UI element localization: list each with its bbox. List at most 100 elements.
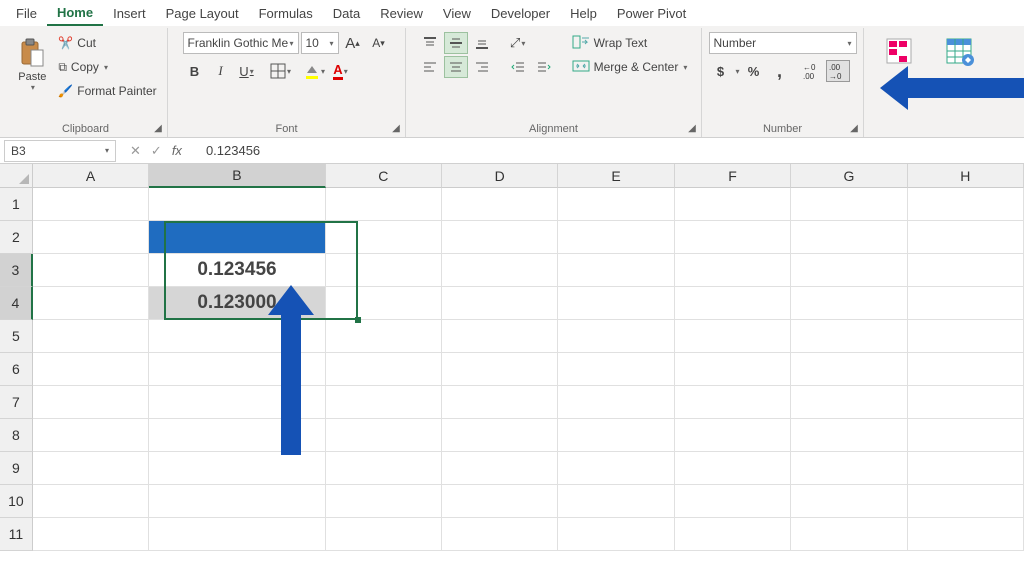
dialog-launcher-icon[interactable]: ◢ [847, 121, 861, 135]
row-header[interactable]: 5 [0, 320, 33, 353]
format-as-table-icon[interactable] [944, 36, 974, 69]
cell-H4[interactable] [908, 287, 1024, 320]
cell-G6[interactable] [791, 353, 907, 386]
cell-A11[interactable] [33, 518, 149, 551]
row-header[interactable]: 1 [0, 188, 33, 221]
cell-E11[interactable] [558, 518, 674, 551]
cell-B1[interactable] [149, 188, 325, 221]
orientation-icon[interactable]: ⤢▾ [506, 32, 530, 54]
name-box[interactable]: B3▾ [4, 140, 116, 162]
align-right-icon[interactable] [470, 56, 494, 78]
row-header[interactable]: 4 [0, 287, 33, 320]
row-header[interactable]: 8 [0, 419, 33, 452]
cell-F1[interactable] [675, 188, 791, 221]
cell-G8[interactable] [791, 419, 907, 452]
cell-A5[interactable] [33, 320, 149, 353]
cancel-icon[interactable]: ✕ [130, 143, 141, 159]
align-bottom-icon[interactable] [470, 32, 494, 54]
cell-H9[interactable] [908, 452, 1024, 485]
fill-color-button[interactable]: ▾ [303, 60, 327, 82]
cell-B11[interactable] [149, 518, 325, 551]
cell-C3[interactable] [326, 254, 442, 287]
cell-E4[interactable] [558, 287, 674, 320]
cell-D3[interactable] [442, 254, 558, 287]
cell-F2[interactable] [675, 221, 791, 254]
fill-handle[interactable] [355, 317, 361, 323]
select-all-corner[interactable] [0, 164, 33, 188]
tab-home[interactable]: Home [47, 1, 103, 26]
cell-C1[interactable] [326, 188, 442, 221]
cell-E6[interactable] [558, 353, 674, 386]
cell-G3[interactable] [791, 254, 907, 287]
cell-B10[interactable] [149, 485, 325, 518]
row-header[interactable]: 10 [0, 485, 33, 518]
cell-C9[interactable] [326, 452, 442, 485]
cell-B2[interactable] [149, 221, 325, 254]
cell-H1[interactable] [908, 188, 1024, 221]
cell-E7[interactable] [558, 386, 674, 419]
cell-B4[interactable]: 0.123000 [149, 287, 325, 320]
cell-C6[interactable] [326, 353, 442, 386]
cell-E9[interactable] [558, 452, 674, 485]
tab-help[interactable]: Help [560, 2, 607, 25]
chevron-down-icon[interactable]: ▾ [289, 39, 293, 48]
cell-C5[interactable] [326, 320, 442, 353]
align-left-icon[interactable] [418, 56, 442, 78]
col-header-g[interactable]: G [791, 164, 907, 188]
cell-G1[interactable] [791, 188, 907, 221]
tab-insert[interactable]: Insert [103, 2, 156, 25]
accounting-format-button[interactable]: $ [709, 60, 733, 82]
cell-B5[interactable] [149, 320, 325, 353]
cell-B8[interactable] [149, 419, 325, 452]
tab-data[interactable]: Data [323, 2, 370, 25]
format-painter-button[interactable]: 🖌️ Format Painter [56, 80, 158, 102]
cell-D7[interactable] [442, 386, 558, 419]
cell-A1[interactable] [33, 188, 149, 221]
underline-button[interactable]: U▾ [235, 60, 259, 82]
chevron-down-icon[interactable]: ▾ [847, 39, 851, 48]
col-header-h[interactable]: H [908, 164, 1024, 188]
align-top-icon[interactable] [418, 32, 442, 54]
tab-review[interactable]: Review [370, 2, 433, 25]
cell-G2[interactable] [791, 221, 907, 254]
italic-button[interactable]: I [209, 60, 233, 82]
cell-F3[interactable] [675, 254, 791, 287]
cell-D2[interactable] [442, 221, 558, 254]
col-header-a[interactable]: A [33, 164, 149, 188]
cell-C11[interactable] [326, 518, 442, 551]
bold-button[interactable]: B [183, 60, 207, 82]
fx-icon[interactable]: fx [172, 143, 182, 158]
cell-D8[interactable] [442, 419, 558, 452]
chevron-down-icon[interactable]: ▾ [736, 67, 740, 76]
col-header-e[interactable]: E [558, 164, 674, 188]
cell-D5[interactable] [442, 320, 558, 353]
col-header-f[interactable]: F [675, 164, 791, 188]
row-header[interactable]: 6 [0, 353, 33, 386]
decrease-indent-icon[interactable] [506, 56, 530, 78]
cell-A7[interactable] [33, 386, 149, 419]
cell-H3[interactable] [908, 254, 1024, 287]
cell-F8[interactable] [675, 419, 791, 452]
font-color-button[interactable]: A▾ [329, 60, 353, 82]
conditional-formatting-icon[interactable] [884, 36, 914, 69]
cell-C4[interactable] [326, 287, 442, 320]
cell-A4[interactable] [33, 287, 149, 320]
enter-icon[interactable]: ✓ [151, 143, 162, 159]
tab-file[interactable]: File [6, 2, 47, 25]
cell-A9[interactable] [33, 452, 149, 485]
row-header[interactable]: 9 [0, 452, 33, 485]
cell-A6[interactable] [33, 353, 149, 386]
cell-D6[interactable] [442, 353, 558, 386]
cell-E1[interactable] [558, 188, 674, 221]
cell-A10[interactable] [33, 485, 149, 518]
increase-decimal-button[interactable]: ←0.00 [800, 60, 824, 82]
cell-D11[interactable] [442, 518, 558, 551]
cell-G9[interactable] [791, 452, 907, 485]
tab-power-pivot[interactable]: Power Pivot [607, 2, 696, 25]
copy-button[interactable]: ⧉ Copy ▾ [56, 56, 158, 78]
tab-formulas[interactable]: Formulas [249, 2, 323, 25]
tab-developer[interactable]: Developer [481, 2, 560, 25]
chevron-down-icon[interactable]: ▾ [329, 39, 333, 48]
cell-B6[interactable] [149, 353, 325, 386]
cell-F11[interactable] [675, 518, 791, 551]
